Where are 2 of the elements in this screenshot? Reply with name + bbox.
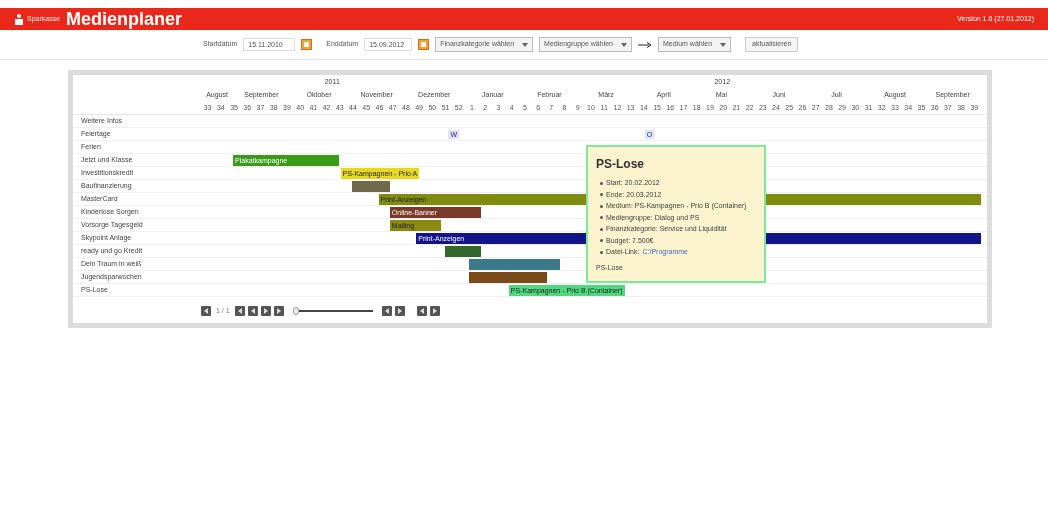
- app-title: Medienplaner: [66, 10, 183, 28]
- tooltip-title: PS-Lose: [596, 156, 645, 173]
